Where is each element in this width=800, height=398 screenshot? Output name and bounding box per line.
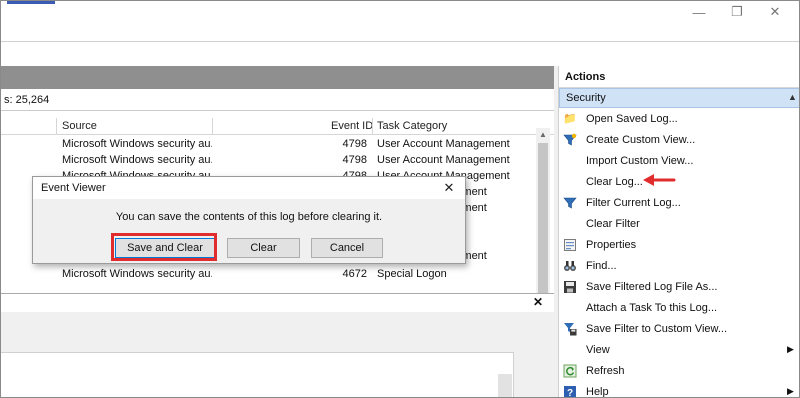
minimize-button[interactable]: — (681, 3, 717, 21)
properties-icon (563, 238, 577, 252)
log-pane-header (1, 66, 554, 89)
dialog-title-bar: Event Viewer ✕ (33, 177, 465, 199)
close-icon[interactable]: ✕ (441, 180, 457, 196)
action-label: Help (586, 386, 609, 398)
annotation-highlight-box (111, 233, 217, 261)
action-clear-log[interactable]: Clear Log... (559, 172, 799, 193)
annotation-arrow-icon (643, 174, 676, 186)
section-label: Security (566, 92, 606, 104)
action-clear-filter[interactable]: Clear Filter (559, 214, 799, 235)
action-attach-task[interactable]: Attach a Task To this Log... (559, 298, 799, 319)
collapse-caret-icon[interactable]: ▲ (788, 92, 797, 102)
column-divider[interactable] (212, 118, 213, 135)
action-properties[interactable]: Properties (559, 235, 799, 256)
column-event-id[interactable]: Event ID (331, 120, 373, 132)
table-row[interactable]: Microsoft Windows security au... 4672 Sp… (1, 267, 536, 283)
action-refresh[interactable]: Refresh (559, 361, 799, 382)
action-label: Refresh (586, 365, 625, 377)
action-save-filter-custom-view[interactable]: Save Filter to Custom View... (559, 319, 799, 340)
toolbar-divider (1, 41, 799, 42)
close-icon[interactable]: ✕ (531, 295, 545, 309)
details-scrollbar[interactable] (498, 374, 512, 397)
funnel-save-icon (563, 322, 577, 336)
details-pane (1, 312, 554, 397)
event-viewer-window: — ❐ ✕ s: 25,264 Source Event ID Task Cat… (0, 0, 800, 398)
cell-event-id: 4798 (342, 138, 367, 150)
submenu-arrow-icon: ▶ (787, 344, 794, 354)
column-header: Source Event ID Task Category (1, 118, 554, 135)
cancel-button[interactable]: Cancel (311, 238, 383, 258)
title-bar: — ❐ ✕ (1, 1, 799, 27)
action-label: Filter Current Log... (586, 197, 681, 209)
submenu-arrow-icon: ▶ (787, 386, 794, 396)
action-save-filtered-log[interactable]: Save Filtered Log File As... (559, 277, 799, 298)
svg-text:?: ? (567, 388, 573, 398)
funnel-icon (563, 133, 577, 147)
save-icon (563, 280, 577, 294)
cell-source: Microsoft Windows security au... (62, 154, 212, 166)
refresh-icon (563, 364, 577, 378)
action-label: Attach a Task To this Log... (586, 302, 718, 314)
action-label: View (586, 344, 610, 356)
action-open-saved-log[interactable]: 📁 Open Saved Log... (559, 109, 799, 130)
folder-icon: 📁 (563, 113, 577, 125)
event-count: s: 25,264 (4, 94, 50, 106)
cell-task-category: User Account Management (377, 154, 510, 166)
action-view-menu[interactable]: View ▶ (559, 340, 799, 361)
scroll-up-icon[interactable]: ▲ (536, 128, 550, 142)
binoculars-icon (563, 259, 577, 273)
action-label: Properties (586, 239, 637, 251)
actions-title: Actions (559, 66, 799, 88)
cell-source: Microsoft Windows security au... (62, 138, 212, 150)
action-label: Clear Filter (586, 218, 640, 230)
action-create-custom-view[interactable]: Create Custom View... (559, 130, 799, 151)
table-row[interactable]: Microsoft Windows security au... 4798 Us… (1, 153, 536, 169)
details-content (1, 352, 514, 397)
column-divider[interactable] (372, 118, 373, 135)
column-divider[interactable] (56, 118, 57, 135)
cell-event-id: 4672 (342, 268, 367, 280)
clear-button[interactable]: Clear (227, 238, 300, 258)
title-accent (7, 1, 55, 4)
cell-task-category: User Account Management (377, 138, 510, 150)
cell-event-id: 4798 (342, 154, 367, 166)
action-label: Clear Log... (586, 176, 643, 188)
action-label: Open Saved Log... (586, 113, 678, 125)
toolbar-strip (1, 27, 799, 41)
help-icon: ? (563, 385, 577, 398)
column-task-category[interactable]: Task Category (377, 120, 447, 132)
close-window-button[interactable]: ✕ (757, 3, 793, 21)
dialog-message: You can save the contents of this log be… (115, 211, 383, 223)
action-import-custom-view[interactable]: Import Custom View... (559, 151, 799, 172)
actions-pane: Actions Security ▲ 📁 Open Saved Log... C… (558, 66, 799, 398)
event-viewer-dialog: Event Viewer ✕ You can save the contents… (32, 176, 466, 264)
action-find[interactable]: Find... (559, 256, 799, 277)
action-label: Save Filtered Log File As... (586, 281, 718, 293)
section-header-security[interactable]: Security ▲ (559, 88, 799, 108)
event-count-bar: s: 25,264 (1, 89, 554, 111)
details-header (1, 294, 554, 312)
maximize-button[interactable]: ❐ (719, 3, 755, 21)
action-label: Find... (586, 260, 617, 272)
funnel-icon (563, 196, 577, 210)
action-label: Create Custom View... (586, 134, 696, 146)
action-label: Save Filter to Custom View... (586, 323, 728, 335)
action-help-menu[interactable]: ? Help ▶ (559, 382, 799, 398)
dialog-title: Event Viewer (41, 182, 106, 194)
action-filter-current-log[interactable]: Filter Current Log... (559, 193, 799, 214)
action-label: Import Custom View... (586, 155, 694, 167)
cell-task-category: Special Logon (377, 268, 447, 280)
column-source[interactable]: Source (62, 120, 97, 132)
table-row[interactable]: Microsoft Windows security au... 4798 Us… (1, 137, 536, 153)
cell-source: Microsoft Windows security au... (62, 268, 212, 280)
